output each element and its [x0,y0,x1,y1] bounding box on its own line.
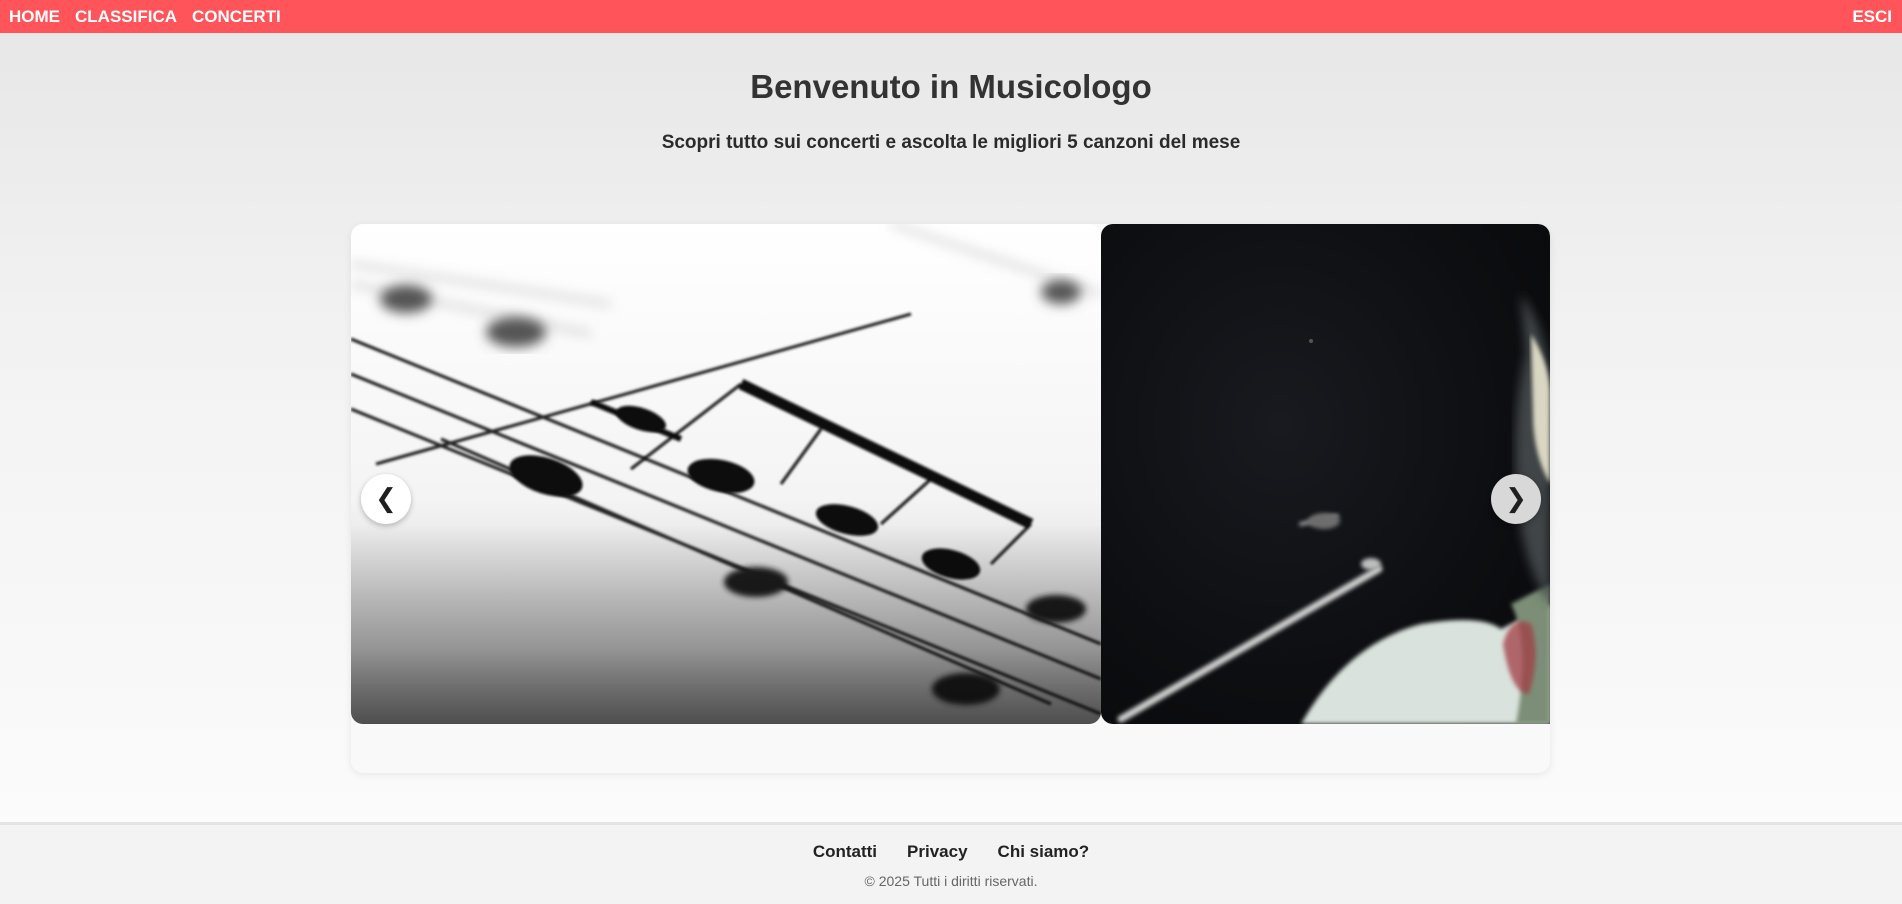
nav-links: HOME CLASSIFICA CONCERTI [9,7,296,27]
nav-link-home[interactable]: HOME [9,7,60,27]
logout-link[interactable]: ESCI [1852,7,1892,27]
page-footer: Contatti Privacy Chi siamo? © 2025 Tutti… [0,822,1902,904]
footer-links: Contatti Privacy Chi siamo? [0,842,1902,862]
sheet-music-image [351,224,1101,724]
carousel-prev-button[interactable]: ❮ [361,474,411,524]
page-subtitle: Scopri tutto sui concerti e ascolta le m… [661,132,1241,153]
copyright-text: © 2025 Tutti i diritti riservati. [864,873,1038,889]
top-navbar: HOME CLASSIFICA CONCERTI ESCI [0,0,1902,33]
page-title: Benvenuto in Musicologo [750,68,1152,105]
carousel-slide-sheet-music [351,224,1101,724]
carousel-next-button[interactable]: ❯ [1491,474,1541,524]
concert-photo-image [1117,294,1550,724]
footer-link-chi-siamo[interactable]: Chi siamo? [998,842,1090,862]
carousel-slide-concert [1101,224,1550,724]
footer-link-contatti[interactable]: Contatti [813,842,877,862]
image-carousel [351,224,1550,773]
chevron-right-icon: ❯ [1505,484,1527,514]
footer-link-privacy[interactable]: Privacy [907,842,968,862]
nav-link-concerti[interactable]: CONCERTI [192,7,281,27]
chevron-left-icon: ❮ [375,484,397,514]
nav-link-classifica[interactable]: CLASSIFICA [75,7,177,27]
